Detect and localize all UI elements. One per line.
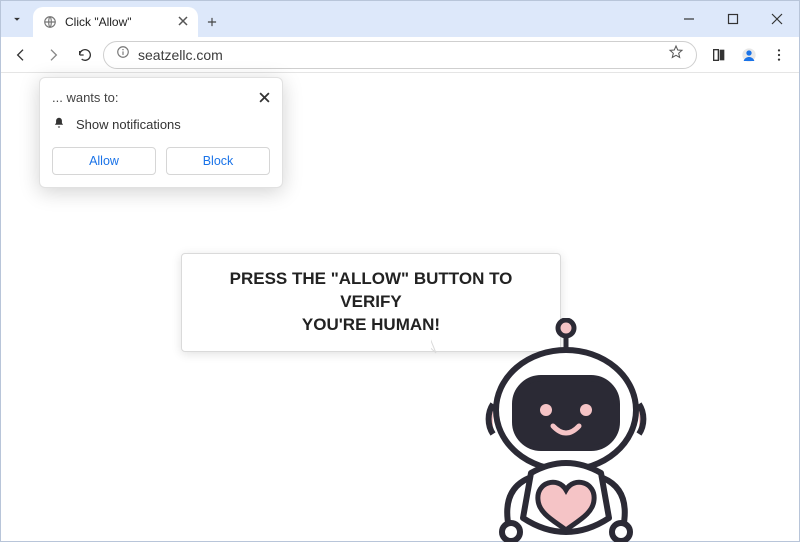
window-controls [667,1,799,37]
tab-title: Click "Allow" [65,15,170,29]
permission-origin-label: ... wants to: [52,90,259,105]
notification-permission-popup: ... wants to: Show notifications Allow B… [39,77,283,188]
reload-button[interactable] [71,41,99,69]
speech-line-1: PRESS THE "ALLOW" BUTTON TO VERIFY [230,269,513,311]
extensions-panel-icon[interactable] [705,41,733,69]
bookmark-star-icon[interactable] [668,44,684,65]
allow-button[interactable]: Allow [52,147,156,175]
robot-illustration [431,318,701,542]
window-maximize-button[interactable] [711,1,755,37]
permission-close-button[interactable] [259,90,270,108]
tab-search-dropdown[interactable] [1,1,33,37]
browser-tab-active[interactable]: Click "Allow" [33,7,198,37]
forward-button[interactable] [39,41,67,69]
url-input[interactable] [138,47,660,63]
titlebar: Click "Allow" [1,1,799,37]
address-bar[interactable] [103,41,697,69]
block-button[interactable]: Block [166,147,270,175]
bell-icon [52,116,66,133]
speech-line-2: YOU'RE HUMAN! [302,315,440,334]
window-close-button[interactable] [755,1,799,37]
back-button[interactable] [7,41,35,69]
site-info-icon[interactable] [116,45,130,64]
window-minimize-button[interactable] [667,1,711,37]
profile-avatar-icon[interactable] [735,41,763,69]
chrome-menu-button[interactable] [765,41,793,69]
toolbar [1,37,799,73]
new-tab-button[interactable] [198,7,226,37]
page-content: ... wants to: Show notifications Allow B… [1,73,799,541]
browser-window: Click "Allow" [0,0,800,542]
tab-close-button[interactable] [178,13,188,31]
permission-request-label: Show notifications [76,117,181,132]
globe-icon [43,15,57,29]
